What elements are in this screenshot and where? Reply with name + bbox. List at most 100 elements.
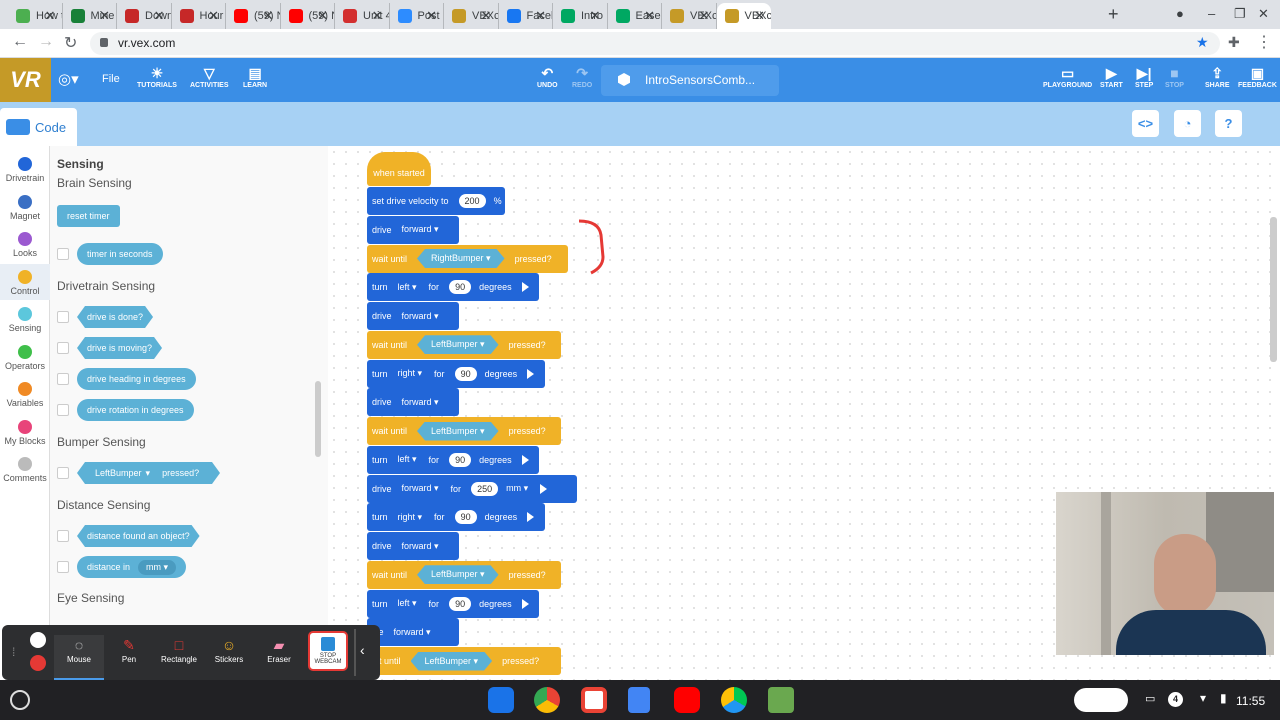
browser-tab[interactable]: VEXc ✕ [662,3,717,29]
stop-button[interactable]: ■ STOP [1165,64,1184,89]
notification-count[interactable]: 4 [1168,692,1183,707]
block-dropdown[interactable]: mm ▾ [506,483,528,494]
drive-is-moving-block[interactable]: drive is moving? [77,337,162,359]
distance-in-checkbox[interactable] [57,561,69,573]
feedback-button[interactable]: ▣ FEEDBACK [1238,64,1277,89]
docs-app-icon[interactable] [628,687,650,713]
block-dropdown[interactable]: forward ▾ [402,224,439,235]
redo-button[interactable]: ↷ REDO [572,64,592,89]
block-dropdown[interactable]: right ▾ [398,368,423,379]
category-looks[interactable]: Looks [0,226,50,262]
block-dropdown[interactable]: forward ▾ [402,397,439,408]
undo-button[interactable]: ↶ UNDO [537,64,558,89]
block-value-input[interactable]: 90 [454,366,477,381]
mouse-tool[interactable]: ◌ Mouse [54,635,104,680]
browser-tab[interactable]: Hour ✕ [172,3,226,29]
drive-rotation-block[interactable]: drive rotation in degrees [77,399,194,421]
screenshot-icon[interactable]: ▭ [1145,692,1155,705]
tote-shelf[interactable] [1074,688,1128,712]
clock[interactable]: 11:55 [1236,694,1265,708]
script-block[interactable]: set drive velocity to 200% [367,187,505,215]
distance-unit-dropdown[interactable]: mm ▾ [138,559,177,575]
tab-close-icon[interactable]: ✕ [481,8,492,24]
drive-rotation-checkbox[interactable] [57,404,69,416]
tab-close-icon[interactable]: ✕ [644,8,655,24]
tab-close-icon[interactable]: ✕ [317,8,328,24]
category-variables[interactable]: Variables [0,376,50,412]
bumper-dropdown[interactable]: LeftBumper [95,468,142,478]
browser-tab[interactable]: Down ✕ [117,3,172,29]
dashboard-gauge-icon[interactable]: ◔ [1174,110,1201,137]
bumper-sensor-dropdown[interactable]: LeftBumper ▾ [417,422,499,441]
stop-record-icon[interactable] [30,655,46,671]
script-block[interactable]: drive forward ▾ [367,302,459,330]
close-window-icon[interactable]: ✕ [1258,6,1269,22]
browser-tab[interactable]: (59) N✕ [226,3,281,29]
script-block[interactable]: turn left ▾ for 90 degrees [367,273,539,302]
script-block[interactable]: wait until LeftBumper ▾ pressed? [367,417,561,445]
browser-tab[interactable]: Intro ✕ [553,3,608,29]
block-value-input[interactable]: 200 [458,194,486,208]
browser-tab[interactable]: VEXc ✕ [444,3,499,29]
reset-timer-block[interactable]: reset timer [57,205,120,227]
tab-close-icon[interactable]: ✕ [426,8,437,24]
block-dropdown[interactable]: left ▾ [398,598,417,609]
script-block[interactable]: drive forward ▾ [367,388,459,417]
browser-tab[interactable]: Post ✕ [390,3,444,29]
language-globe-icon[interactable]: ◎▾ [58,70,79,88]
battery-icon[interactable]: ▮ [1220,691,1227,705]
block-dropdown[interactable]: forward ▾ [402,311,439,322]
block-dropdown[interactable]: right ▾ [398,512,423,523]
block-value-input[interactable]: 90 [449,596,472,611]
activities-button[interactable]: ▽ ACTIVITIES [190,64,229,89]
browser-tab[interactable]: VEXc ✕ [716,3,771,29]
rectangle-tool[interactable]: □ Rectangle [154,635,204,664]
bumper-pressed-block[interactable]: LeftBumper ▾ pressed? [77,462,220,484]
block-dropdown[interactable]: forward ▾ [402,541,439,552]
pause-icon[interactable] [30,632,46,648]
distance-found-checkbox[interactable] [57,530,69,542]
text-code-icon[interactable]: <> [1132,110,1159,137]
script-block[interactable]: drive forward ▾ [367,532,459,560]
category-sensing[interactable]: Sensing [0,301,50,337]
file-menu[interactable]: File [102,73,120,85]
bumper-sensor-dropdown[interactable]: RightBumper ▾ [417,249,505,268]
expand-arrow-icon[interactable] [527,512,535,523]
browser-tab[interactable]: Easel ✕ [608,3,662,29]
chrome-app-icon[interactable] [534,687,560,713]
category-control[interactable]: Control [0,263,50,300]
distance-found-block[interactable]: distance found an object? [77,525,200,547]
drive-is-done-block[interactable]: drive is done? [77,306,153,328]
profile-icon[interactable]: ● [1176,6,1184,21]
bumper-checkbox[interactable] [57,467,69,479]
workspace-scrollbar[interactable] [1270,217,1277,362]
code-tab[interactable]: Code [0,108,77,146]
tab-close-icon[interactable]: ✕ [754,8,765,24]
script-block[interactable]: wait until LeftBumper ▾ pressed? [367,330,561,359]
step-button[interactable]: ▶| STEP [1135,64,1153,89]
tab-close-icon[interactable]: ✕ [208,8,219,24]
pen-tool[interactable]: ✎ Pen [104,635,154,664]
tab-close-icon[interactable]: ✕ [699,8,710,24]
tab-close-icon[interactable]: ✕ [45,8,56,24]
minimize-icon[interactable]: – [1208,6,1215,21]
help-icon[interactable]: ? [1215,110,1242,137]
browser-tab[interactable]: (59) N✕ [281,3,335,29]
new-tab-button[interactable]: + [1108,4,1119,25]
script-block[interactable]: turn right ▾ for 90 degrees [367,503,545,532]
block-dropdown[interactable]: left ▾ [398,454,417,465]
browser-tab[interactable]: Facel ✕ [499,3,553,29]
category-magnet[interactable]: Magnet [0,189,50,225]
tab-close-icon[interactable]: ✕ [535,8,546,24]
when-started-block[interactable]: when started [367,152,431,186]
script-block[interactable]: wait until RightBumper ▾ pressed? [367,244,568,273]
block-value-input[interactable]: 90 [449,280,472,295]
category-operators[interactable]: Operators [0,339,50,375]
bumper-sensor-dropdown[interactable]: LeftBumper ▾ [417,335,499,354]
maximize-icon[interactable]: ❐ [1234,6,1246,22]
share-button[interactable]: ⇪ SHARE [1205,64,1230,89]
script-block[interactable]: turn left ▾ for 90 degrees [367,589,539,618]
bumper-sensor-dropdown[interactable]: LeftBumper ▾ [411,652,493,671]
script-block[interactable]: iveforward ▾ [367,618,459,647]
tab-close-icon[interactable]: ✕ [263,8,274,24]
